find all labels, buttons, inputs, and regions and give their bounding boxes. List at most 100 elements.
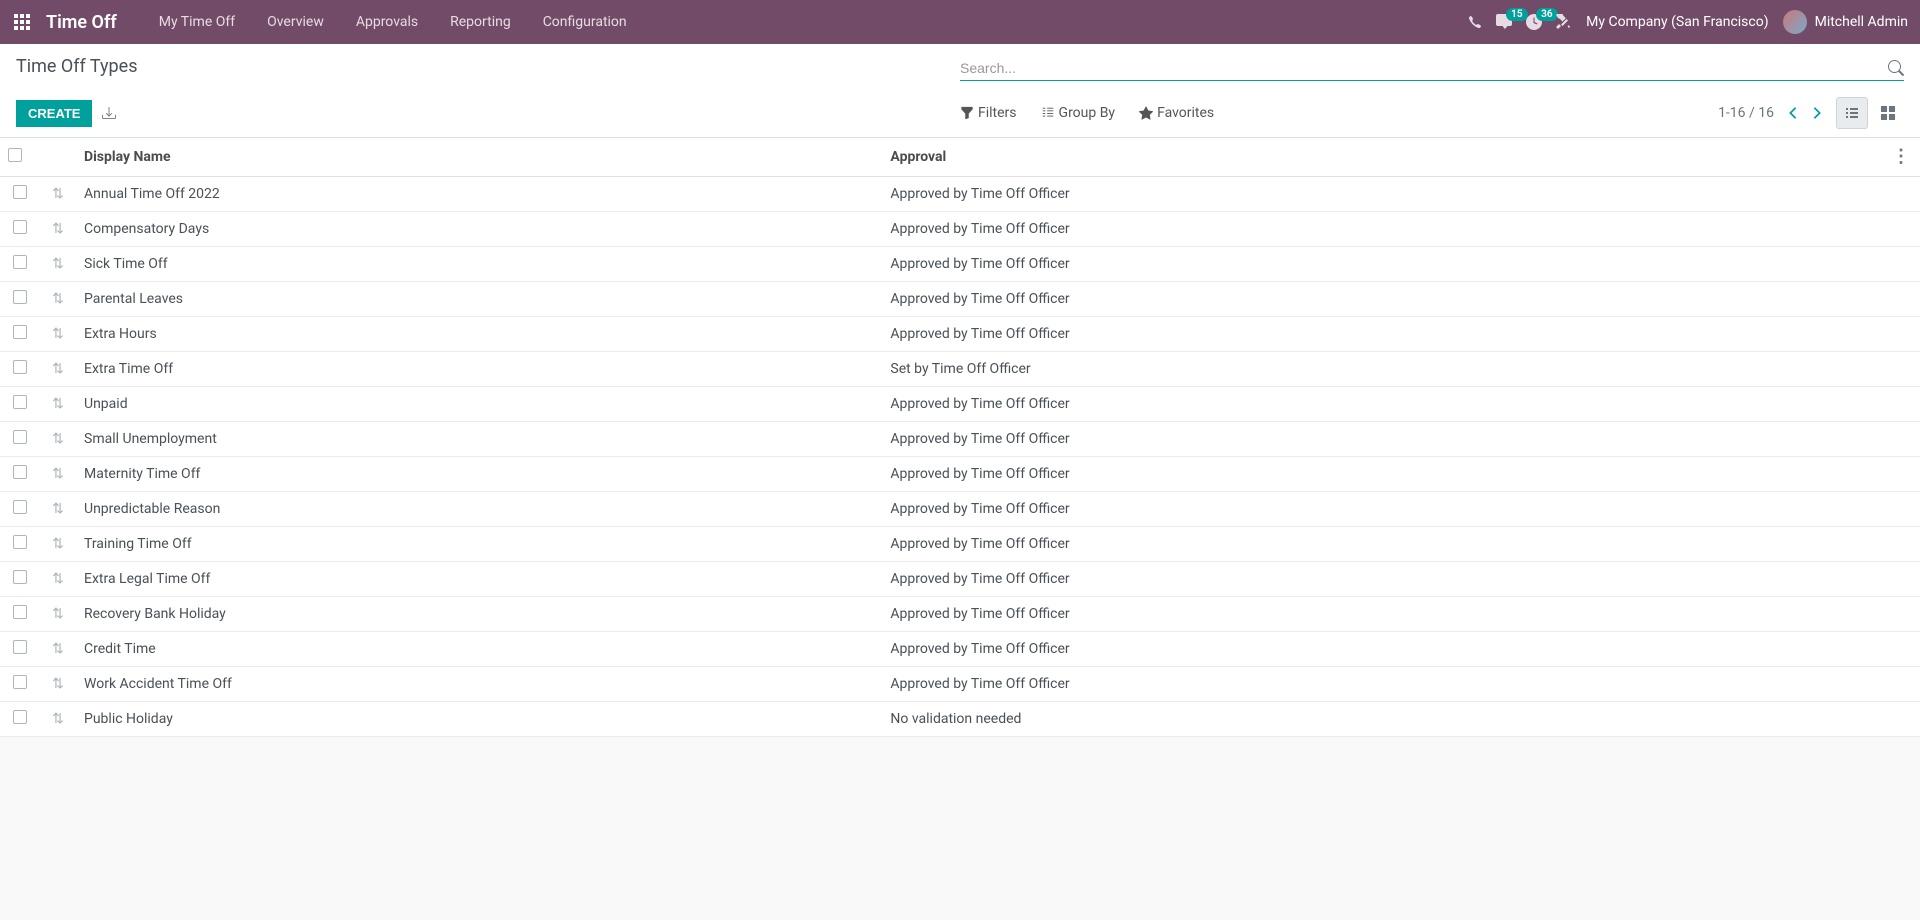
groupby-label: Group By: [1059, 105, 1116, 121]
debug-icon[interactable]: [1556, 14, 1572, 30]
drag-handle-icon[interactable]: [52, 326, 64, 342]
messages-icon[interactable]: 15: [1496, 14, 1512, 30]
drag-handle-icon[interactable]: [52, 641, 64, 657]
table-row[interactable]: Annual Time Off 2022Approved by Time Off…: [0, 177, 1920, 212]
filters-label: Filters: [978, 105, 1017, 121]
table-row[interactable]: Extra Time OffSet by Time Off Officer: [0, 352, 1920, 387]
search-icon[interactable]: [1888, 60, 1904, 76]
pager-next[interactable]: [1810, 105, 1824, 121]
drag-handle-icon[interactable]: [52, 291, 64, 307]
list-view-button[interactable]: [1836, 97, 1868, 129]
row-checkbox[interactable]: [13, 360, 27, 374]
drag-handle-icon[interactable]: [52, 361, 64, 377]
cell-approval: Approved by Time Off Officer: [882, 422, 1884, 457]
table-row[interactable]: Extra HoursApproved by Time Off Officer: [0, 317, 1920, 352]
messages-count: 15: [1506, 8, 1527, 21]
app-brand[interactable]: Time Off: [46, 12, 117, 33]
nav-item-overview[interactable]: Overview: [251, 0, 340, 44]
kanban-view-button[interactable]: [1872, 97, 1904, 129]
create-button[interactable]: CREATE: [16, 100, 92, 127]
row-checkbox[interactable]: [13, 535, 27, 549]
drag-handle-icon[interactable]: [52, 431, 64, 447]
list-table: Display Name Approval ⋮ Annual Time Off …: [0, 138, 1920, 737]
cell-display-name: Extra Hours: [76, 317, 882, 352]
table-row[interactable]: Compensatory DaysApproved by Time Off Of…: [0, 212, 1920, 247]
cell-approval: Approved by Time Off Officer: [882, 177, 1884, 212]
nav-item-configuration[interactable]: Configuration: [527, 0, 643, 44]
cell-display-name: Parental Leaves: [76, 282, 882, 317]
drag-handle-icon[interactable]: [52, 186, 64, 202]
table-row[interactable]: UnpaidApproved by Time Off Officer: [0, 387, 1920, 422]
row-checkbox[interactable]: [13, 675, 27, 689]
phone-icon[interactable]: [1468, 15, 1482, 29]
row-checkbox[interactable]: [13, 605, 27, 619]
table-row[interactable]: Training Time OffApproved by Time Off Of…: [0, 527, 1920, 562]
apps-icon[interactable]: [12, 12, 32, 32]
row-checkbox[interactable]: [13, 570, 27, 584]
row-checkbox[interactable]: [13, 465, 27, 479]
user-menu[interactable]: Mitchell Admin: [1783, 10, 1908, 34]
control-panel: Time Off Types CREATE Filters: [0, 44, 1920, 138]
cell-approval: Approved by Time Off Officer: [882, 457, 1884, 492]
cell-display-name: Compensatory Days: [76, 212, 882, 247]
row-checkbox[interactable]: [13, 710, 27, 724]
export-icon[interactable]: [102, 105, 116, 121]
cell-display-name: Training Time Off: [76, 527, 882, 562]
nav-item-my-time-off[interactable]: My Time Off: [143, 0, 251, 44]
nav-item-approvals[interactable]: Approvals: [340, 0, 434, 44]
nav-menu: My Time OffOverviewApprovalsReportingCon…: [143, 0, 643, 44]
company-selector[interactable]: My Company (San Francisco): [1586, 14, 1768, 30]
drag-handle-icon[interactable]: [52, 711, 64, 727]
row-checkbox[interactable]: [13, 500, 27, 514]
table-row[interactable]: Work Accident Time OffApproved by Time O…: [0, 667, 1920, 702]
select-all-checkbox[interactable]: [8, 148, 22, 162]
pager-prev[interactable]: [1786, 105, 1800, 121]
table-row[interactable]: Recovery Bank HolidayApproved by Time Of…: [0, 597, 1920, 632]
drag-handle-icon[interactable]: [52, 536, 64, 552]
pager-text[interactable]: 1-16 / 16: [1718, 105, 1774, 121]
cell-display-name: Extra Legal Time Off: [76, 562, 882, 597]
table-row[interactable]: Credit TimeApproved by Time Off Officer: [0, 632, 1920, 667]
cell-display-name: Recovery Bank Holiday: [76, 597, 882, 632]
page-title: Time Off Types: [16, 56, 960, 77]
activities-icon[interactable]: 36: [1526, 14, 1542, 30]
row-checkbox[interactable]: [13, 185, 27, 199]
favorites-dropdown[interactable]: Favorites: [1139, 105, 1214, 121]
drag-handle-icon[interactable]: [52, 466, 64, 482]
row-checkbox[interactable]: [13, 290, 27, 304]
column-options[interactable]: ⋮: [1892, 146, 1910, 167]
row-checkbox[interactable]: [13, 430, 27, 444]
column-display-name[interactable]: Display Name: [76, 138, 882, 177]
drag-handle-icon[interactable]: [52, 676, 64, 692]
groupby-dropdown[interactable]: Group By: [1041, 105, 1116, 121]
cell-approval: Approved by Time Off Officer: [882, 632, 1884, 667]
drag-handle-icon[interactable]: [52, 396, 64, 412]
nav-item-reporting[interactable]: Reporting: [434, 0, 527, 44]
drag-handle-icon[interactable]: [52, 606, 64, 622]
row-checkbox[interactable]: [13, 255, 27, 269]
table-row[interactable]: Sick Time OffApproved by Time Off Office…: [0, 247, 1920, 282]
drag-handle-icon[interactable]: [52, 571, 64, 587]
row-checkbox[interactable]: [13, 220, 27, 234]
user-name: Mitchell Admin: [1815, 14, 1908, 30]
table-row[interactable]: Small UnemploymentApproved by Time Off O…: [0, 422, 1920, 457]
row-checkbox[interactable]: [13, 325, 27, 339]
search-input[interactable]: [960, 60, 1888, 76]
table-row[interactable]: Public HolidayNo validation needed: [0, 702, 1920, 737]
row-checkbox[interactable]: [13, 640, 27, 654]
drag-handle-icon[interactable]: [52, 221, 64, 237]
cell-approval: Approved by Time Off Officer: [882, 317, 1884, 352]
activities-count: 36: [1536, 8, 1557, 21]
drag-handle-icon[interactable]: [52, 501, 64, 517]
avatar: [1783, 10, 1807, 34]
table-row[interactable]: Maternity Time OffApproved by Time Off O…: [0, 457, 1920, 492]
table-row[interactable]: Unpredictable ReasonApproved by Time Off…: [0, 492, 1920, 527]
table-row[interactable]: Extra Legal Time OffApproved by Time Off…: [0, 562, 1920, 597]
table-row[interactable]: Parental LeavesApproved by Time Off Offi…: [0, 282, 1920, 317]
drag-handle-icon[interactable]: [52, 256, 64, 272]
cell-display-name: Work Accident Time Off: [76, 667, 882, 702]
filters-dropdown[interactable]: Filters: [960, 105, 1017, 121]
column-approval[interactable]: Approval: [882, 138, 1884, 177]
row-checkbox[interactable]: [13, 395, 27, 409]
cell-approval: Approved by Time Off Officer: [882, 527, 1884, 562]
